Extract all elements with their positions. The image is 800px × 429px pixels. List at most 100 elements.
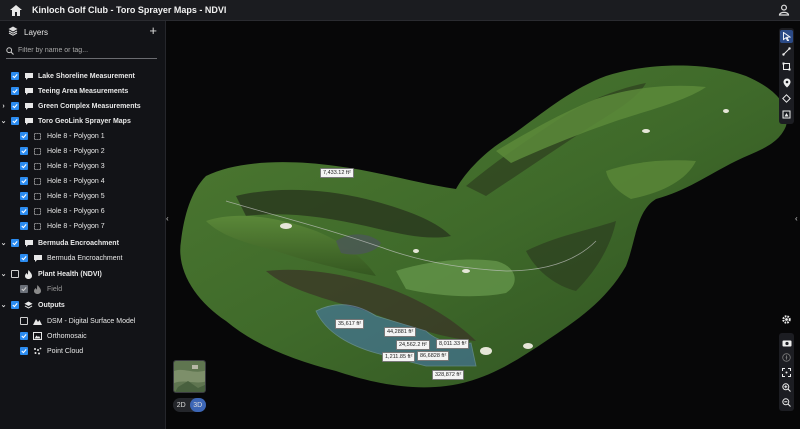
flame-icon bbox=[24, 269, 33, 279]
checkbox-checked-icon[interactable] bbox=[11, 102, 19, 110]
measurement-label[interactable]: 86,6828 ft² bbox=[417, 351, 450, 361]
chevron-down-icon[interactable]: ⌄ bbox=[0, 270, 7, 278]
layers-heading: Layers bbox=[24, 27, 49, 37]
layer-outputs[interactable]: ⌄ Outputs bbox=[0, 298, 65, 312]
chevron-down-icon[interactable]: ⌄ bbox=[0, 117, 7, 125]
layer-orthomosaic[interactable]: Orthomosaic bbox=[20, 329, 87, 343]
map-viewport[interactable]: 7,433.12 ft² 35,617 ft² 44,2881 ft² 24,5… bbox=[166, 21, 800, 429]
layers-icon bbox=[24, 300, 33, 310]
polygon-tool-icon[interactable] bbox=[780, 92, 793, 105]
chevron-down-icon[interactable]: ⌄ bbox=[0, 239, 7, 247]
layer-green-complex[interactable]: › Green Complex Measurements bbox=[0, 99, 141, 113]
layers-panel: Layers + Lake Shoreline Measurement Teei… bbox=[0, 21, 166, 429]
checkbox-checked-icon[interactable] bbox=[20, 177, 28, 185]
comment-icon bbox=[24, 72, 33, 81]
layer-polygon-6[interactable]: Hole 8 - Polygon 6 bbox=[20, 204, 105, 218]
layers-icon bbox=[8, 23, 18, 41]
mountain-icon bbox=[33, 317, 42, 326]
layer-polygon-4[interactable]: Hole 8 - Polygon 4 bbox=[20, 174, 105, 188]
chevron-down-icon[interactable]: ⌄ bbox=[0, 301, 7, 309]
view-toolbar bbox=[779, 333, 794, 411]
image-icon bbox=[33, 332, 42, 341]
layer-bermuda[interactable]: Bermuda Encroachment bbox=[20, 251, 122, 265]
checkbox-checked-icon[interactable] bbox=[11, 301, 19, 309]
polygon-icon bbox=[33, 222, 42, 231]
checkbox-checked-icon[interactable] bbox=[20, 192, 28, 200]
layer-polygon-3[interactable]: Hole 8 - Polygon 3 bbox=[20, 159, 105, 173]
polygon-icon bbox=[33, 132, 42, 141]
measurement-label[interactable]: 35,617 ft² bbox=[335, 319, 365, 329]
home-icon[interactable] bbox=[8, 2, 24, 18]
filter-input[interactable] bbox=[18, 47, 157, 54]
user-icon[interactable] bbox=[778, 3, 792, 17]
layer-plant-health[interactable]: ⌄ Plant Health (NDVI) bbox=[0, 267, 102, 281]
measure-distance-icon[interactable] bbox=[780, 45, 793, 58]
page-title: Kinloch Golf Club - Toro Sprayer Maps - … bbox=[32, 5, 227, 15]
basemap-thumbnail[interactable] bbox=[173, 360, 206, 393]
search-icon bbox=[6, 42, 14, 60]
collapse-panel-left-icon[interactable]: ‹ bbox=[166, 214, 172, 224]
flame-icon bbox=[33, 284, 42, 294]
checkbox-checked-icon[interactable] bbox=[20, 162, 28, 170]
checkbox-checked-icon[interactable] bbox=[20, 347, 28, 355]
polygon-icon bbox=[33, 162, 42, 171]
layer-polygon-7[interactable]: Hole 8 - Polygon 7 bbox=[20, 219, 105, 233]
comment-icon bbox=[24, 87, 33, 96]
checkbox-checked-icon[interactable] bbox=[20, 132, 28, 140]
checkbox-checked-icon[interactable] bbox=[11, 87, 19, 95]
checkbox-checked-icon[interactable] bbox=[20, 222, 28, 230]
checkbox-unchecked-icon[interactable] bbox=[20, 317, 28, 325]
location-pin-icon[interactable] bbox=[780, 76, 793, 89]
layer-toro-geolink[interactable]: ⌄ Toro GeoLink Sprayer Maps bbox=[0, 114, 131, 128]
collapse-panel-right-icon[interactable]: ‹ bbox=[795, 214, 800, 224]
map-toolbar bbox=[779, 28, 794, 124]
camera-icon[interactable] bbox=[780, 336, 793, 349]
layers-header: Layers + bbox=[0, 21, 165, 43]
comment-icon bbox=[33, 254, 42, 263]
checkbox-unchecked-icon[interactable] bbox=[11, 270, 19, 278]
checkbox-checked-icon[interactable] bbox=[11, 117, 19, 125]
layer-polygon-1[interactable]: Hole 8 - Polygon 1 bbox=[20, 129, 105, 143]
comment-icon bbox=[24, 117, 33, 126]
volume-tool-icon[interactable] bbox=[780, 108, 793, 121]
point-cloud-icon bbox=[33, 347, 42, 356]
layer-lake-shoreline[interactable]: Lake Shoreline Measurement bbox=[4, 69, 135, 83]
measurement-label[interactable]: 328,872 ft² bbox=[432, 370, 465, 380]
fit-extent-icon[interactable] bbox=[780, 366, 793, 379]
polygon-icon bbox=[33, 177, 42, 186]
polygon-icon bbox=[33, 147, 42, 156]
measurement-label[interactable]: 8,011.33 ft² bbox=[436, 339, 470, 349]
measurement-label[interactable]: 1,211.85 ft² bbox=[382, 352, 416, 362]
checkbox-checked-icon[interactable] bbox=[20, 254, 28, 262]
checkbox-checked-icon[interactable] bbox=[20, 207, 28, 215]
layer-field[interactable]: Field bbox=[20, 282, 62, 296]
golf-course-3d-model[interactable] bbox=[166, 21, 800, 429]
view-2d-button[interactable]: 2D bbox=[173, 398, 190, 412]
comment-icon bbox=[24, 102, 33, 111]
settings-gear-icon[interactable] bbox=[779, 312, 794, 327]
select-pointer-icon[interactable] bbox=[780, 30, 793, 43]
layer-polygon-2[interactable]: Hole 8 - Polygon 2 bbox=[20, 144, 105, 158]
measurement-label[interactable]: 44,2881 ft² bbox=[384, 327, 417, 337]
layer-polygon-5[interactable]: Hole 8 - Polygon 5 bbox=[20, 189, 105, 203]
layer-teeing-area[interactable]: Teeing Area Measurements bbox=[4, 84, 128, 98]
chevron-right-icon[interactable]: › bbox=[0, 102, 7, 110]
zoom-in-icon[interactable] bbox=[780, 381, 793, 394]
checkbox-disabled-icon[interactable] bbox=[20, 285, 28, 293]
view-mode-toggle: 2D 3D bbox=[173, 398, 206, 412]
checkbox-checked-icon[interactable] bbox=[11, 72, 19, 80]
measurement-label[interactable]: 7,433.12 ft² bbox=[320, 168, 354, 178]
checkbox-checked-icon[interactable] bbox=[20, 332, 28, 340]
layer-dsm[interactable]: DSM - Digital Surface Model bbox=[20, 314, 135, 328]
measure-area-icon[interactable] bbox=[780, 60, 793, 73]
add-layer-button[interactable]: + bbox=[149, 24, 157, 38]
checkbox-checked-icon[interactable] bbox=[20, 147, 28, 155]
top-bar: Kinloch Golf Club - Toro Sprayer Maps - … bbox=[0, 0, 800, 21]
view-3d-button[interactable]: 3D bbox=[189, 398, 206, 412]
compass-icon[interactable] bbox=[780, 351, 793, 364]
zoom-out-icon[interactable] bbox=[780, 396, 793, 409]
layer-point-cloud[interactable]: Point Cloud bbox=[20, 344, 83, 358]
checkbox-checked-icon[interactable] bbox=[11, 239, 19, 247]
measurement-label[interactable]: 24,562.2 ft² bbox=[396, 340, 430, 350]
layer-bermuda-group[interactable]: ⌄ Bermuda Encroachment bbox=[0, 236, 119, 250]
